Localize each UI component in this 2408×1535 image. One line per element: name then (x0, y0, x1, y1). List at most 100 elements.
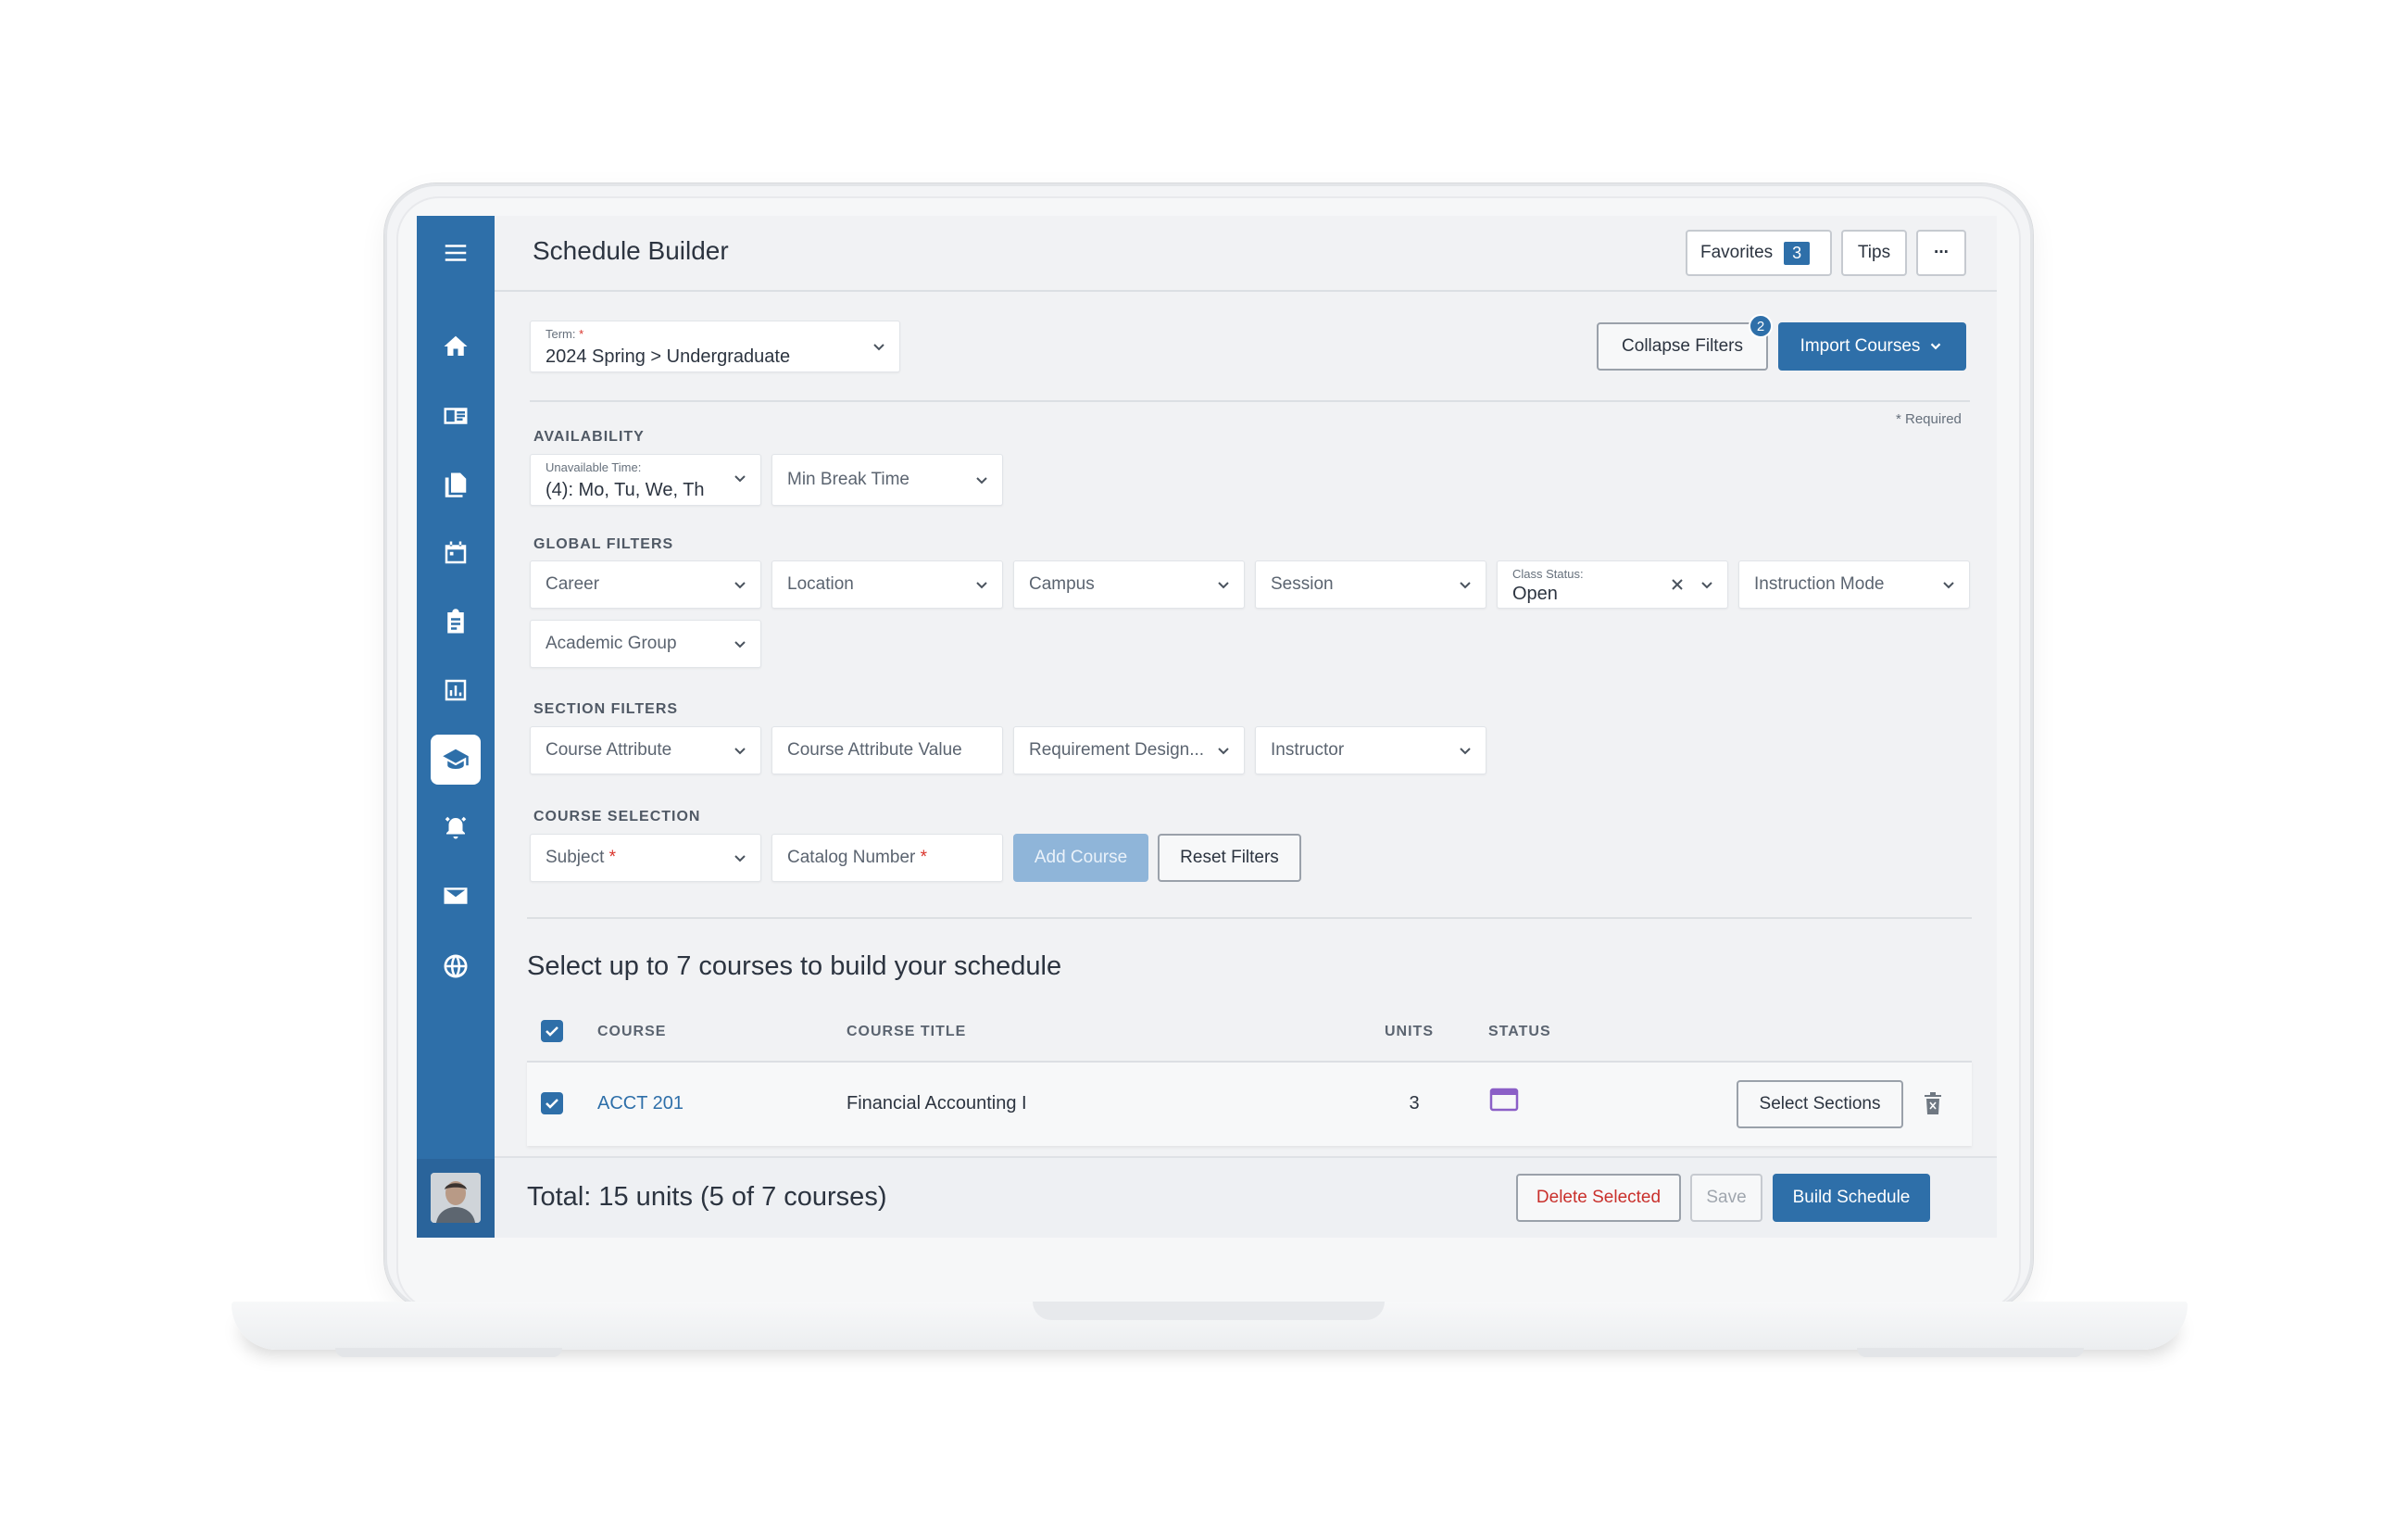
chevron-down-icon (731, 576, 749, 595)
term-label: Term: * (546, 327, 584, 341)
avatar[interactable] (431, 1173, 481, 1223)
footer-bar: Total: 15 units (5 of 7 courses) Delete … (495, 1156, 1997, 1238)
chevron-down-icon (1456, 742, 1474, 761)
career-select[interactable]: Career (530, 560, 761, 609)
campus-label: Campus (1029, 574, 1095, 594)
availability-section-label: AVAILABILITY (533, 429, 645, 445)
add-course-button[interactable]: Add Course (1013, 834, 1148, 882)
catalog-number-input[interactable]: Catalog Number * (771, 834, 1003, 882)
select-all-checkbox[interactable] (541, 1020, 563, 1042)
requirement-designation-select[interactable]: Requirement Design... (1013, 726, 1245, 774)
select-sections-button[interactable]: Select Sections (1737, 1080, 1903, 1128)
session-select[interactable]: Session (1255, 560, 1486, 609)
chevron-down-icon (972, 576, 991, 595)
home-icon[interactable] (433, 324, 478, 369)
unavailable-time-label: Unavailable Time: (546, 460, 642, 474)
course-attribute-select[interactable]: Course Attribute (530, 726, 761, 774)
session-label: Session (1271, 574, 1334, 594)
favorites-button[interactable]: Favorites 3 (1686, 230, 1832, 276)
chevron-down-icon (1214, 742, 1233, 761)
term-select[interactable]: Term: * 2024 Spring > Undergraduate (530, 321, 900, 372)
career-label: Career (546, 574, 600, 594)
collapse-filters-button[interactable]: Collapse Filters (1597, 322, 1768, 371)
row-checkbox[interactable] (541, 1092, 563, 1114)
alarm-icon[interactable] (433, 805, 478, 849)
column-header-course: COURSE (597, 1024, 667, 1039)
chart-icon[interactable] (433, 668, 478, 712)
header-divider (495, 290, 1997, 292)
sidebar-footer (417, 1159, 495, 1238)
course-attribute-value-label: Course Attribute Value (787, 740, 962, 760)
screen: Schedule Builder Favorites 3 Tips ··· Te… (417, 216, 1997, 1238)
more-options-button[interactable]: ··· (1916, 230, 1966, 276)
class-status-select[interactable]: Class Status: Open (1497, 560, 1728, 609)
table-row: ACCT 201 Financial Accounting I 3 Select… (527, 1061, 1972, 1146)
tips-label: Tips (1857, 243, 1891, 262)
clear-icon[interactable] (1668, 575, 1687, 594)
chevron-down-icon (972, 472, 991, 490)
class-status-label: Class Status: (1512, 567, 1584, 581)
clipboard-icon[interactable] (433, 599, 478, 644)
course-title: Financial Accounting I (847, 1093, 1027, 1114)
menu-icon[interactable] (433, 231, 478, 275)
instruction-mode-label: Instruction Mode (1754, 574, 1885, 594)
trash-icon[interactable] (1922, 1092, 1944, 1116)
reset-filters-button[interactable]: Reset Filters (1158, 834, 1301, 882)
import-courses-label: Import Courses (1800, 336, 1921, 356)
chevron-down-icon (1456, 576, 1474, 595)
chevron-down-icon (731, 635, 749, 654)
campus-select[interactable]: Campus (1013, 560, 1245, 609)
class-status-value: Open (1512, 584, 1558, 604)
calendar-icon[interactable] (433, 531, 478, 575)
chevron-down-icon (1214, 576, 1233, 595)
academic-group-select[interactable]: Academic Group (530, 620, 761, 668)
graduation-cap-icon[interactable] (431, 735, 481, 785)
catalog-number-label: Catalog Number * (787, 848, 928, 867)
more-options-icon: ··· (1934, 243, 1950, 262)
documents-icon[interactable] (433, 462, 478, 507)
location-label: Location (787, 574, 854, 594)
global-filters-section-label: GLOBAL FILTERS (533, 536, 674, 552)
course-code-link[interactable]: ACCT 201 (597, 1093, 684, 1114)
build-schedule-button[interactable]: Build Schedule (1773, 1174, 1930, 1222)
chevron-down-icon (731, 849, 749, 868)
course-selection-section-label: COURSE SELECTION (533, 809, 701, 824)
subject-label: Subject * (546, 848, 617, 867)
instructor-label: Instructor (1271, 740, 1345, 760)
min-break-time-select[interactable]: Min Break Time (771, 454, 1003, 506)
chevron-down-icon (870, 338, 888, 357)
globe-icon[interactable] (433, 944, 478, 988)
window-icon (1489, 1087, 1519, 1113)
catalog-icon[interactable] (433, 394, 478, 438)
chevron-down-icon (1939, 576, 1958, 595)
instruction-mode-select[interactable]: Instruction Mode (1738, 560, 1970, 609)
mail-icon[interactable] (433, 874, 478, 918)
course-attribute-value-select[interactable]: Course Attribute Value (771, 726, 1003, 774)
favorites-count-badge: 3 (1784, 241, 1811, 265)
page-title: Schedule Builder (533, 236, 729, 265)
location-select[interactable]: Location (771, 560, 1003, 609)
academic-group-label: Academic Group (546, 634, 677, 653)
section-filters-section-label: SECTION FILTERS (533, 701, 679, 717)
min-break-time-label: Min Break Time (787, 470, 909, 489)
instructor-select[interactable]: Instructor (1255, 726, 1486, 774)
unavailable-time-select[interactable]: Unavailable Time: (4): Mo, Tu, We, Th (530, 454, 761, 506)
total-units: Total: 15 units (5 of 7 courses) (527, 1182, 887, 1212)
favorites-label: Favorites (1700, 243, 1774, 262)
column-header-status: STATUS (1488, 1024, 1551, 1039)
save-button[interactable]: Save (1690, 1174, 1762, 1222)
column-header-units: UNITS (1385, 1024, 1434, 1039)
delete-selected-button[interactable]: Delete Selected (1516, 1174, 1681, 1222)
subject-select[interactable]: Subject * (530, 834, 761, 882)
tips-button[interactable]: Tips (1841, 230, 1907, 276)
requirement-designation-label: Requirement Design... (1029, 740, 1205, 760)
unavailable-time-value: (4): Mo, Tu, We, Th (546, 480, 705, 500)
chevron-down-icon (731, 470, 749, 488)
import-courses-button[interactable]: Import Courses (1778, 322, 1966, 371)
sidebar (417, 216, 495, 1238)
collapse-filters-badge: 2 (1749, 314, 1773, 338)
course-units: 3 (1409, 1093, 1420, 1114)
laptop-notch (1033, 1302, 1385, 1320)
chevron-down-icon (1698, 576, 1716, 595)
column-header-course-title: COURSE TITLE (847, 1024, 967, 1039)
